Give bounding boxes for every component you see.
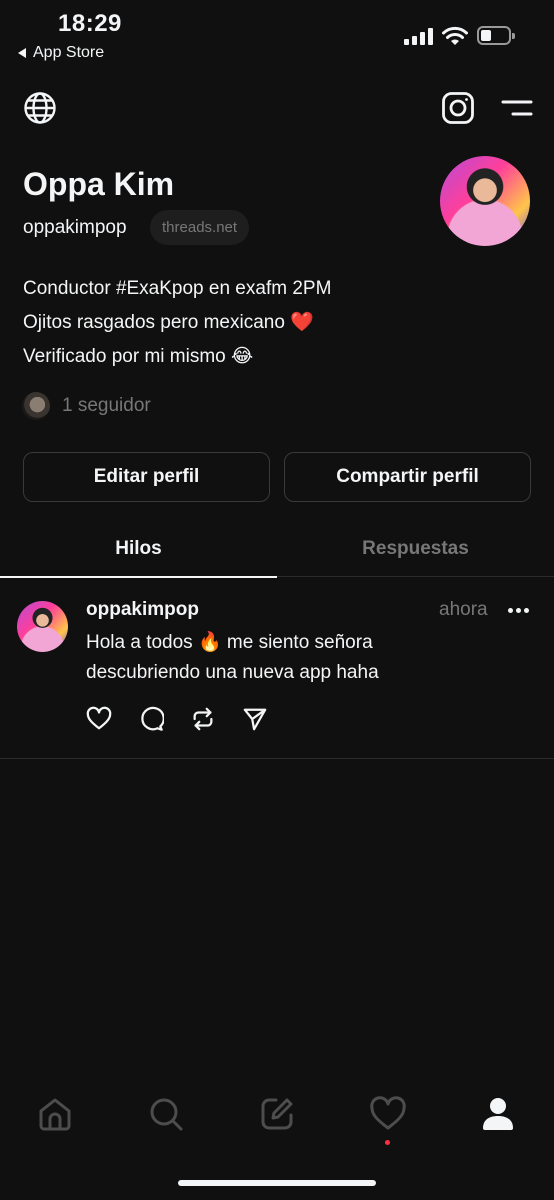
back-arrow-icon: [18, 48, 26, 58]
wifi-icon: [442, 26, 468, 45]
more-options-icon[interactable]: [508, 602, 534, 618]
profile-avatar[interactable]: [440, 156, 530, 246]
profile-handle: oppakimpop: [23, 217, 127, 238]
profile-bio: Conductor #ExaKpop en exafm 2PM Ojitos r…: [23, 272, 331, 374]
share-profile-button[interactable]: Compartir perfil: [284, 452, 531, 502]
heart-icon[interactable]: [86, 706, 112, 732]
battery-icon: [477, 26, 515, 45]
search-icon[interactable]: [146, 1094, 186, 1134]
post-author-avatar[interactable]: [17, 601, 68, 652]
bio-line: Conductor #ExaKpop en exafm 2PM: [23, 278, 332, 299]
menu-icon[interactable]: [500, 94, 534, 122]
profile-name: Oppa Kim: [23, 166, 175, 202]
bottom-navigation: [0, 1078, 554, 1158]
send-icon[interactable]: [242, 706, 268, 732]
domain-badge[interactable]: threads.net: [150, 210, 250, 245]
post-timestamp: ahora: [439, 599, 488, 620]
compose-icon[interactable]: [257, 1094, 297, 1134]
globe-icon[interactable]: [22, 90, 58, 126]
instagram-icon[interactable]: [439, 89, 477, 127]
heart-emoji: ❤️: [290, 312, 314, 333]
profile-icon[interactable]: [478, 1094, 518, 1134]
back-to-app-store-link[interactable]: App Store: [18, 44, 104, 62]
bio-line: Ojitos rasgados pero mexicano ❤️: [23, 312, 314, 333]
home-indicator: [178, 1180, 376, 1186]
bio-line: Verificado por mi mismo 😂: [23, 346, 254, 367]
comment-icon[interactable]: [138, 706, 164, 732]
follower-avatar: [22, 392, 50, 420]
status-time: 18:29: [58, 10, 122, 37]
home-icon[interactable]: [35, 1094, 75, 1134]
notification-dot: [385, 1140, 390, 1145]
edit-profile-button[interactable]: Editar perfil: [23, 452, 270, 502]
status-bar: 18:29 App Store: [0, 0, 554, 72]
tab-replies[interactable]: Respuestas: [277, 522, 554, 577]
post-username[interactable]: oppakimpop: [86, 599, 199, 621]
activity-icon[interactable]: [368, 1094, 408, 1134]
thread-post: oppakimpop ahora Hola a todos 🔥 me sient…: [0, 578, 554, 759]
laughing-emoji: 😂: [231, 346, 254, 367]
followers-link[interactable]: 1 seguidor: [22, 392, 151, 420]
tab-threads[interactable]: Hilos: [0, 522, 277, 578]
repost-icon[interactable]: [190, 706, 216, 732]
post-actions: [86, 706, 268, 732]
post-text: Hola a todos 🔥 me siento señora descubri…: [86, 632, 379, 683]
back-link-label: App Store: [33, 44, 105, 61]
cellular-signal-icon: [404, 28, 433, 45]
followers-count: 1 seguidor: [62, 395, 151, 416]
